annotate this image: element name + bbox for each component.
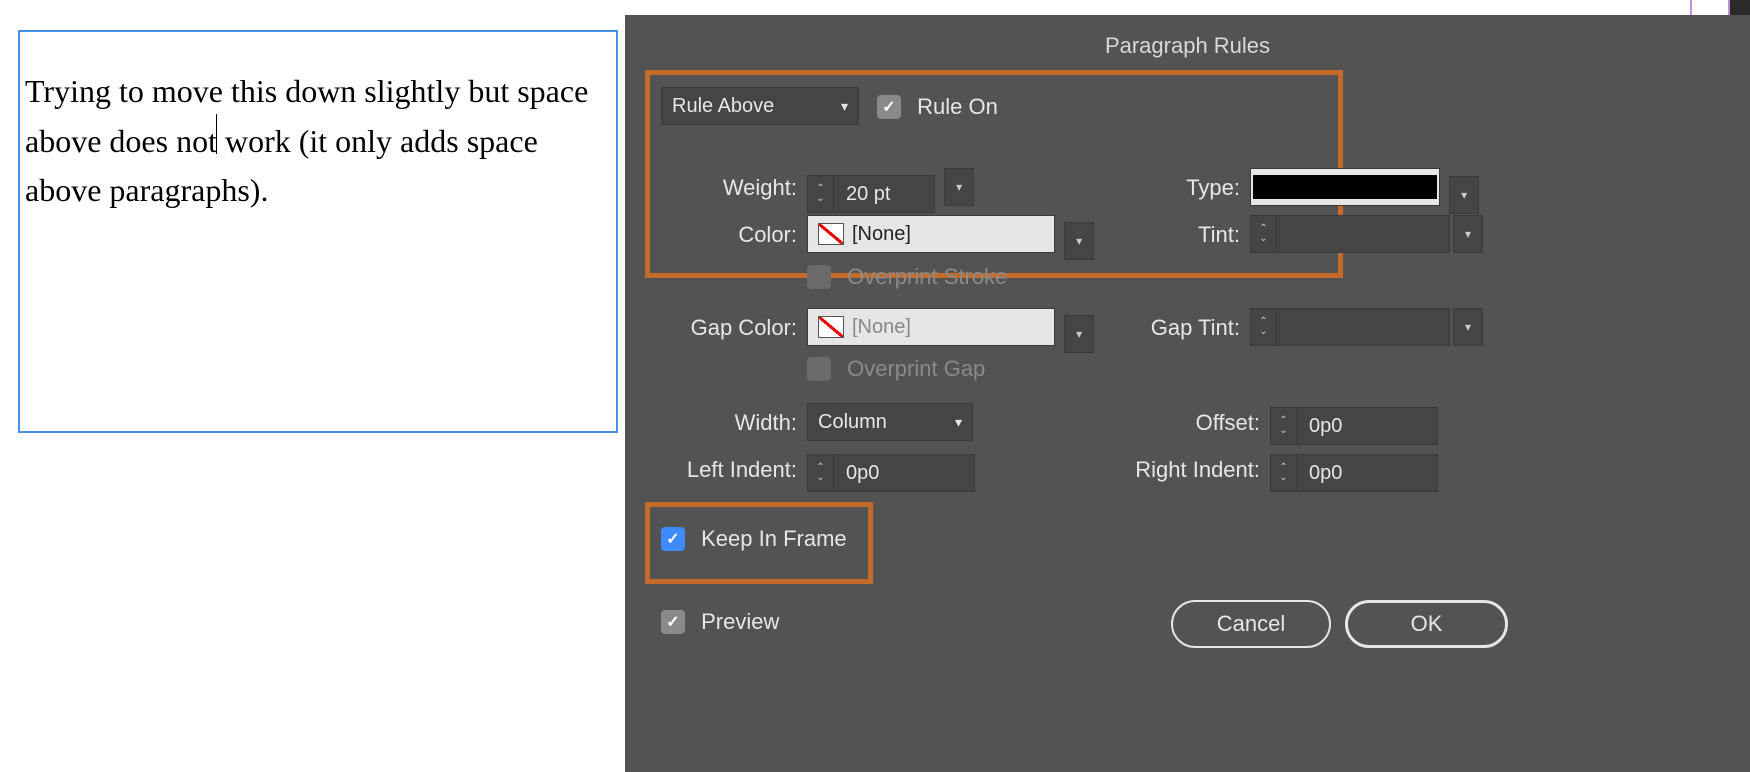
gap-tint-label: Gap Tint: [1025, 315, 1240, 341]
width-label: Width: [625, 410, 797, 436]
chevron-down-icon: ▾ [841, 98, 848, 115]
preview-checkbox[interactable]: ✓ [661, 610, 685, 634]
type-dropdown[interactable]: ▾ [1449, 176, 1479, 214]
none-swatch-icon [818, 316, 844, 338]
weight-value: 20 pt [834, 176, 934, 212]
gap-color-value: [None] [852, 316, 911, 339]
right-indent-input[interactable]: ⌃⌄ 0p0 [1270, 454, 1438, 492]
rule-on-checkbox[interactable]: ✓ [877, 95, 901, 119]
color-value: [None] [852, 223, 911, 246]
offset-label: Offset: [1045, 410, 1260, 436]
overprint-gap-label: Overprint Gap [847, 356, 985, 381]
color-select[interactable]: [None] [807, 215, 1055, 253]
preview-label: Preview [701, 609, 779, 634]
rule-on-label: Rule On [917, 94, 998, 119]
ok-button[interactable]: OK [1345, 600, 1508, 648]
type-select[interactable] [1250, 168, 1440, 206]
width-select[interactable]: Column ▾ [807, 403, 973, 441]
none-swatch-icon [818, 223, 844, 245]
weight-dropdown[interactable]: ▾ [944, 168, 974, 206]
rule-position-select[interactable]: Rule Above ▾ [661, 87, 859, 125]
right-indent-label: Right Indent: [1045, 457, 1260, 483]
right-indent-value: 0p0 [1297, 455, 1437, 491]
document-text-frame[interactable]: Trying to move this down slightly but sp… [18, 30, 618, 433]
gap-color-select[interactable]: [None] [807, 308, 1055, 346]
tint-label: Tint: [1025, 222, 1240, 248]
left-indent-value: 0p0 [834, 455, 974, 491]
width-value: Column [818, 411, 887, 434]
color-label: Color: [625, 222, 797, 248]
weight-input[interactable]: ⌃⌄ 20 pt [807, 175, 935, 213]
keep-in-frame-checkbox[interactable]: ✓ [661, 527, 685, 551]
stepper-arrows-icon[interactable]: ⌃⌄ [1271, 455, 1297, 491]
chevron-down-icon: ▾ [955, 414, 962, 431]
stroke-type-swatch [1253, 175, 1437, 199]
dialog-title: Paragraph Rules [625, 15, 1750, 71]
left-indent-input[interactable]: ⌃⌄ 0p0 [807, 454, 975, 492]
stepper-arrows-icon[interactable]: ⌃⌄ [808, 455, 834, 491]
offset-value: 0p0 [1297, 408, 1437, 444]
tint-dropdown[interactable]: ▾ [1453, 215, 1483, 253]
gap-tint-dropdown[interactable]: ▾ [1453, 308, 1483, 346]
gap-color-label: Gap Color: [625, 315, 797, 341]
cancel-button[interactable]: Cancel [1171, 600, 1331, 648]
stepper-arrows-icon[interactable]: ⌃⌄ [1271, 408, 1297, 444]
rule-position-value: Rule Above [672, 95, 774, 118]
gap-tint-input[interactable]: ⌃⌄ [1250, 308, 1450, 346]
stepper-arrows-icon[interactable]: ⌃⌄ [1251, 216, 1277, 252]
ok-button-label: OK [1411, 611, 1443, 637]
cancel-button-label: Cancel [1217, 611, 1285, 637]
overprint-stroke-checkbox: ✓ [807, 265, 831, 289]
stepper-arrows-icon[interactable]: ⌃⌄ [1251, 309, 1277, 345]
type-label: Type: [1025, 175, 1240, 201]
text-cursor [216, 114, 217, 154]
stepper-arrows-icon[interactable]: ⌃⌄ [808, 176, 834, 212]
overprint-stroke-label: Overprint Stroke [847, 264, 1007, 289]
keep-in-frame-label: Keep In Frame [701, 526, 847, 551]
tint-input[interactable]: ⌃⌄ [1250, 215, 1450, 253]
paragraph-rules-dialog: Paragraph Rules Rule Above ▾ ✓ Rule On W… [625, 15, 1750, 772]
overprint-gap-checkbox: ✓ [807, 357, 831, 381]
text-frame-content[interactable]: Trying to move this down slightly but sp… [20, 32, 616, 216]
weight-label: Weight: [625, 175, 797, 201]
offset-input[interactable]: ⌃⌄ 0p0 [1270, 407, 1438, 445]
left-indent-label: Left Indent: [625, 457, 797, 483]
